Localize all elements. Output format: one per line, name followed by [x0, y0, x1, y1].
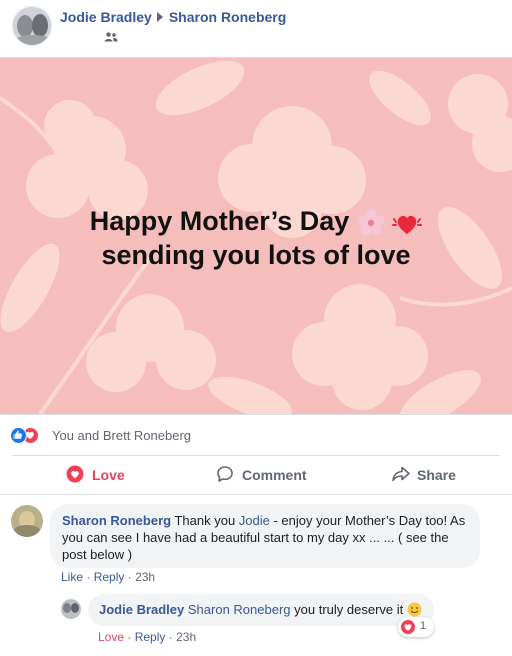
reply-mention-link[interactable]: Sharon Roneberg: [188, 602, 291, 617]
commenter-avatar[interactable]: [11, 505, 43, 537]
recipient-name-link[interactable]: Sharon Roneberg: [169, 9, 286, 25]
card-message: Happy Mother’s Day sending you lots of l…: [0, 204, 512, 272]
smiling-face-emoji: [407, 602, 422, 617]
comment-meta: Like · Reply · 23h: [61, 570, 155, 584]
comment-mention-link[interactable]: Jodie: [239, 513, 270, 528]
reply-avatar[interactable]: [61, 599, 81, 619]
reactions-label[interactable]: You and Brett Roneberg: [52, 428, 191, 443]
meta-separator: ·: [168, 630, 173, 644]
actions-divider: [0, 494, 512, 495]
comment-button-label: Comment: [242, 467, 307, 483]
post-names: Jodie Bradley Sharon Roneberg: [60, 9, 286, 25]
reply-author-link[interactable]: Jodie Bradley: [99, 602, 184, 617]
card-line-1: Happy Mother’s Day: [0, 204, 512, 238]
post-card-image[interactable]: Happy Mother’s Day sending you lots of l…: [0, 58, 512, 414]
reply-reply-link[interactable]: Reply: [135, 630, 166, 644]
card-line-1-text: Happy Mother’s Day: [89, 206, 350, 236]
like-icon: [10, 427, 27, 444]
reply-timestamp[interactable]: 23h: [176, 630, 196, 644]
reactions-summary[interactable]: You and Brett Roneberg: [10, 424, 500, 446]
comment-icon: [217, 466, 233, 482]
comment-like-link[interactable]: Like: [61, 570, 83, 584]
love-reaction-icon: [66, 465, 84, 483]
meta-separator: ·: [86, 570, 91, 584]
reply-love-link[interactable]: Love: [98, 630, 124, 644]
reply-reaction-badge[interactable]: 1: [398, 617, 434, 637]
love-button-label: Love: [92, 467, 125, 483]
author-avatar[interactable]: [12, 6, 52, 46]
beating-heart-emoji: [392, 215, 423, 234]
reply-meta: Love · Reply · 23h: [98, 630, 196, 644]
share-icon: [392, 466, 410, 482]
post-header: Jodie Bradley Sharon Roneberg: [0, 0, 512, 58]
friends-icon[interactable]: [104, 32, 118, 42]
reply-text: you truly deserve it: [290, 602, 404, 617]
love-icon: [401, 620, 415, 634]
comment-author-link[interactable]: Sharon Roneberg: [62, 513, 171, 528]
cherry-blossom-emoji: [357, 209, 385, 236]
meta-separator: ·: [127, 570, 132, 584]
arrow-right-icon: [156, 12, 163, 23]
reply-reaction-count: 1: [420, 620, 427, 632]
comment-bubble: Sharon Roneberg Thank you Jodie - enjoy …: [50, 504, 480, 568]
share-button-label: Share: [417, 467, 456, 483]
comment-timestamp[interactable]: 23h: [135, 570, 155, 584]
post-actions: Love Comment Share: [0, 456, 512, 494]
reply-bubble: Jodie Bradley Sharon Roneberg you truly …: [88, 594, 434, 626]
author-name-link[interactable]: Jodie Bradley: [60, 9, 152, 25]
comment-text-start: Thank you: [174, 513, 239, 528]
card-line-2: sending you lots of love: [101, 240, 411, 270]
image-divider: [0, 414, 512, 415]
comment-reply-link[interactable]: Reply: [94, 570, 125, 584]
meta-separator: ·: [127, 630, 132, 644]
